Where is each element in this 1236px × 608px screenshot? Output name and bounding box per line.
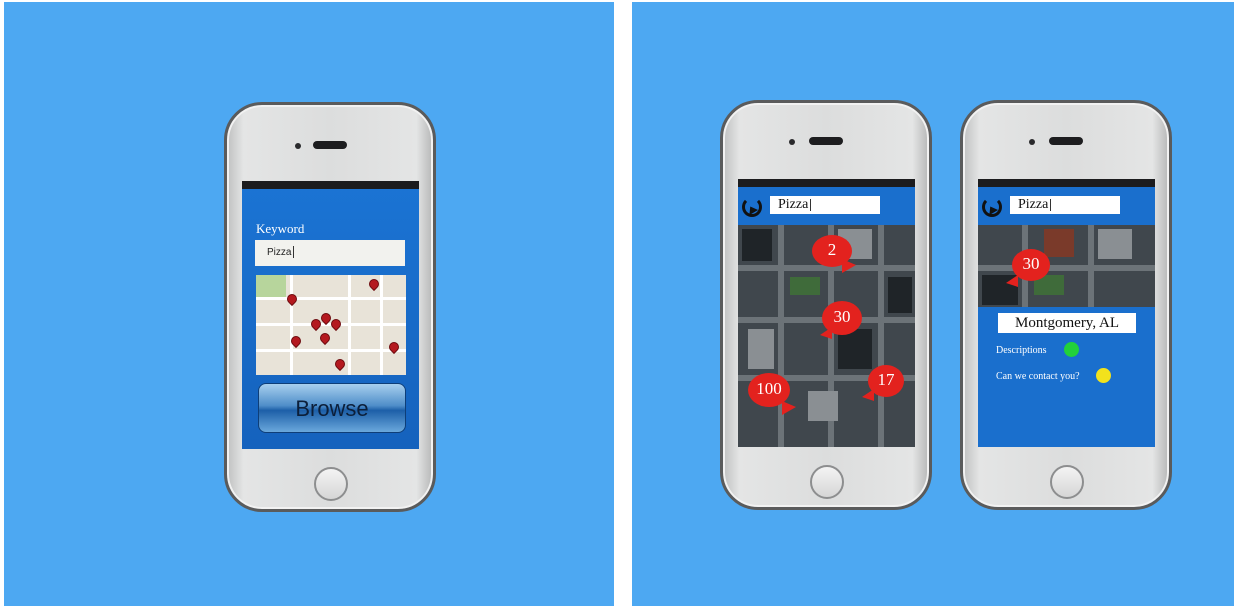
home-button-icon[interactable] bbox=[810, 465, 844, 499]
text-caret bbox=[293, 246, 295, 259]
front-camera-icon bbox=[1029, 139, 1035, 145]
search-input[interactable]: Pizza bbox=[770, 196, 880, 214]
descriptions-label: Descriptions bbox=[996, 345, 1047, 356]
location-info-panel: Montgomery, AL Descriptions Can we conta… bbox=[978, 307, 1155, 447]
back-arrowhead bbox=[985, 203, 999, 216]
street bbox=[1088, 225, 1094, 307]
street bbox=[978, 265, 1155, 271]
keyword-value: Pizza bbox=[267, 247, 292, 258]
earpiece-icon bbox=[1049, 137, 1083, 145]
left-panel: Keyword Pizza Browse bbox=[4, 2, 614, 606]
marker-tail bbox=[820, 327, 832, 339]
front-camera-icon bbox=[295, 143, 301, 149]
marker-tail bbox=[842, 259, 856, 273]
building bbox=[838, 329, 872, 369]
marker-count: 100 bbox=[756, 379, 782, 398]
back-arrowhead bbox=[745, 203, 759, 216]
home-button-icon[interactable] bbox=[1050, 465, 1084, 499]
browse-button[interactable]: Browse bbox=[258, 383, 406, 433]
descriptions-toggle[interactable] bbox=[1064, 342, 1079, 357]
text-caret bbox=[810, 198, 812, 211]
map-road bbox=[348, 275, 351, 375]
building bbox=[1098, 229, 1132, 259]
map-pin-icon[interactable] bbox=[366, 276, 382, 292]
earpiece-icon bbox=[809, 137, 843, 145]
status-bar bbox=[978, 179, 1155, 187]
building bbox=[808, 391, 838, 421]
map-road bbox=[256, 349, 406, 352]
right-panel: Pizza 2 30 100 17 Pizza 30 Montgomery, A… bbox=[632, 2, 1234, 606]
aerial-map[interactable]: 2 30 100 17 bbox=[738, 225, 915, 447]
back-arrow-icon[interactable] bbox=[742, 197, 762, 217]
map-view[interactable] bbox=[256, 275, 406, 375]
marker-tail bbox=[862, 389, 874, 401]
search-value: Pizza bbox=[1018, 197, 1049, 212]
marker-tail bbox=[782, 401, 796, 415]
map-road bbox=[290, 275, 293, 375]
search-input[interactable]: Pizza bbox=[1010, 196, 1120, 214]
home-button-icon[interactable] bbox=[314, 467, 348, 501]
front-camera-icon bbox=[789, 139, 795, 145]
earpiece-icon bbox=[313, 141, 347, 149]
map-road bbox=[380, 275, 383, 375]
marker-count: 17 bbox=[877, 370, 895, 389]
text-caret bbox=[1050, 198, 1052, 211]
phone-mockup-details: Pizza 30 Montgomery, AL Descriptions Can… bbox=[960, 100, 1172, 510]
map-pin-icon[interactable] bbox=[317, 330, 333, 346]
location-field[interactable]: Montgomery, AL bbox=[998, 313, 1136, 333]
marker-count: 2 bbox=[827, 240, 837, 259]
aerial-map[interactable]: 30 bbox=[978, 225, 1155, 307]
map-pin-icon[interactable] bbox=[284, 291, 300, 307]
details-screen: Pizza 30 Montgomery, AL Descriptions Can… bbox=[978, 179, 1155, 447]
status-bar bbox=[242, 181, 419, 189]
building bbox=[1044, 229, 1074, 257]
contact-toggle[interactable] bbox=[1096, 368, 1111, 383]
search-value: Pizza bbox=[778, 197, 809, 212]
search-bar: Pizza bbox=[738, 187, 915, 225]
keyword-screen: Keyword Pizza Browse bbox=[242, 181, 419, 449]
map-park bbox=[256, 275, 286, 299]
back-arrow-icon[interactable] bbox=[982, 197, 1002, 217]
search-bar: Pizza bbox=[978, 187, 1155, 225]
building bbox=[790, 277, 820, 295]
results-screen: Pizza 2 30 100 17 bbox=[738, 179, 915, 447]
map-pin-icon[interactable] bbox=[332, 356, 348, 372]
keyword-input[interactable]: Pizza bbox=[255, 240, 405, 266]
building bbox=[888, 277, 912, 313]
marker-tail bbox=[1006, 275, 1018, 287]
phone-mockup-results: Pizza 2 30 100 17 bbox=[720, 100, 932, 510]
marker-count: 30 bbox=[1022, 254, 1040, 273]
marker-count: 30 bbox=[833, 307, 851, 326]
contact-label: Can we contact you? bbox=[996, 371, 1080, 382]
status-bar bbox=[738, 179, 915, 187]
building bbox=[748, 329, 774, 369]
keyword-label: Keyword bbox=[256, 221, 305, 236]
map-road bbox=[256, 297, 406, 300]
street bbox=[878, 225, 884, 447]
phone-mockup-keyword: Keyword Pizza Browse bbox=[224, 102, 436, 512]
building bbox=[742, 229, 772, 261]
